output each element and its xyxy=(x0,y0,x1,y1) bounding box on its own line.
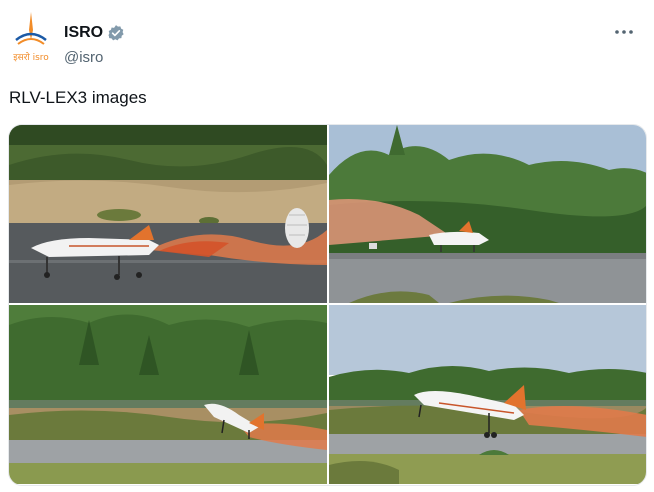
author-handle[interactable]: @isro xyxy=(64,49,103,66)
media-photo-1[interactable] xyxy=(9,125,327,303)
media-photo-4[interactable] xyxy=(329,305,646,484)
verified-badge-icon[interactable] xyxy=(107,24,125,42)
post-header: इसरो isro ISRO @isro xyxy=(8,10,648,70)
more-options-icon[interactable] xyxy=(612,20,636,44)
media-grid xyxy=(8,124,647,486)
post-text: RLV-LEX3 images xyxy=(9,88,147,107)
media-photo-2[interactable] xyxy=(329,125,646,303)
author-name-row[interactable]: ISRO xyxy=(64,24,125,42)
isro-logo-icon[interactable]: इसरो isro xyxy=(8,10,54,68)
svg-text:इसरो isro: इसरो isro xyxy=(13,51,49,63)
author-display-name[interactable]: ISRO xyxy=(64,24,103,42)
media-photo-3[interactable] xyxy=(9,305,327,484)
